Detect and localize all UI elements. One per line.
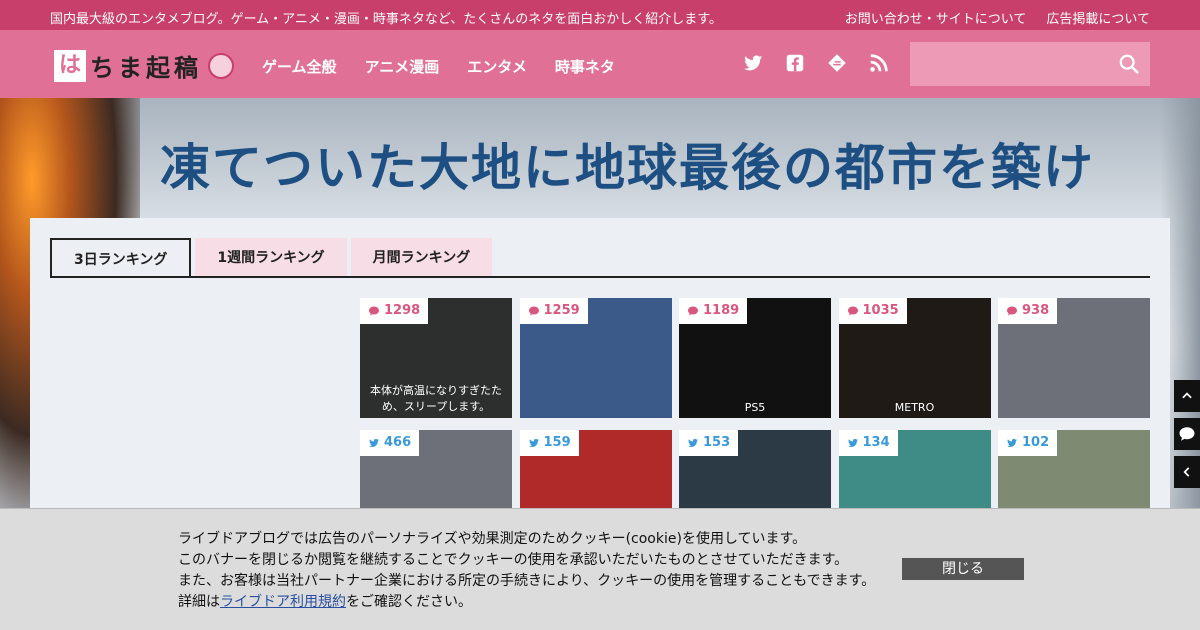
nav-games[interactable]: ゲーム全般 [262,56,337,77]
twitter-icon [847,437,859,449]
thumbnail-caption: PS5 [744,401,766,414]
cookie-line-3: また、お客様は当社パートナー企業における所定の手続きにより、クッキーの使用を管理… [178,573,876,589]
twitter-icon [687,437,699,449]
comment-icon [528,305,540,317]
search-box [910,42,1150,86]
ranking-card[interactable]: 本体が高温になりすぎたため、スリープします。 1298 [360,298,512,418]
ranking-card[interactable]: 1259 [519,298,672,418]
tab-weekly-ranking[interactable]: 1週間ランキング [195,238,347,278]
nav-entertainment[interactable]: エンタメ [467,56,527,77]
tweet-count-badge: 102 [998,430,1058,456]
tweet-count-badge: 159 [519,430,579,456]
tabs-divider [50,276,1150,278]
main-nav: ゲーム全般 アニメ漫画 エンタメ 時事ネタ [262,56,615,77]
tab-3day-ranking[interactable]: 3日ランキング [50,238,192,278]
count-value: 134 [862,435,890,450]
comment-count-badge: 1298 [360,298,429,324]
site-logo[interactable]: は ちま起稿 [54,48,234,83]
twitter-icon[interactable] [742,52,764,74]
logo-text: ちま起稿 [90,54,202,82]
cookie-line-2: このバナーを閉じるか閲覧を継続することでクッキーの使用を承認いただいたものとさせ… [178,552,849,568]
logo-mark: は [54,49,86,82]
comment-count-badge: 1035 [838,298,907,324]
cookie-detail-prefix: 詳細は [178,594,220,610]
count-value: 153 [703,435,731,450]
ranking-tabs: 3日ランキング 1週間ランキング 月間ランキング [50,238,493,278]
site-header: は ちま起稿 ゲーム全般 アニメ漫画 エンタメ 時事ネタ [0,30,1200,98]
comment-icon [368,305,380,317]
contact-link[interactable]: お問い合わせ・サイトについて [845,8,1027,27]
comment-icon [687,305,699,317]
count-value: 1189 [703,303,740,318]
thumbnail-caption: 本体が高温になりすぎたため、スリープします。 [370,384,502,413]
tweet-count-badge: 153 [679,430,739,456]
top-links: お問い合わせ・サイトについて 広告掲載について [845,8,1150,27]
feedly-icon[interactable] [826,52,848,74]
count-value: 159 [543,435,571,450]
comment-count-badge: 1189 [679,298,748,324]
twitter-icon [368,437,380,449]
social-links [742,52,890,74]
cookie-line-1: ライブドアブログでは広告のパーソナライズや効果測定のためクッキー(cookie)… [178,531,807,547]
ad-info-link[interactable]: 広告掲載について [1046,8,1150,27]
search-input[interactable] [910,42,1105,86]
nav-anime-manga[interactable]: アニメ漫画 [365,56,440,77]
twitter-icon [528,437,540,449]
cookie-line-4: 詳細はライブドア利用規約をご確認ください。 [178,592,875,613]
hero-title: 凍てついた大地に地球最後の都市を築け [160,138,1095,197]
cookie-detail-suffix: をご確認ください。 [346,594,472,610]
count-value: 102 [1022,435,1050,450]
tab-monthly-ranking[interactable]: 月間ランキング [350,238,493,278]
ranking-card[interactable]: METRO 1035 [838,298,991,418]
ranking-card[interactable]: PS5 1189 [679,298,831,418]
site-tagline: 国内最大級のエンタメブログ。ゲーム・アニメ・漫画・時事ネタなど、たくさんのネタを… [50,12,722,27]
chevron-up-icon[interactable] [1174,380,1200,412]
comment-icon[interactable] [1174,418,1200,450]
mascot-icon [208,52,234,79]
count-value: 1035 [862,303,899,318]
comment-icon [847,305,859,317]
comment-count-badge: 938 [998,298,1058,324]
ranking-panel: 3日ランキング 1週間ランキング 月間ランキング 本体が高温になりすぎたため、ス… [30,218,1170,550]
tweet-count-badge: 466 [360,430,420,456]
cookie-message: ライブドアブログでは広告のパーソナライズや効果測定のためクッキー(cookie)… [178,529,875,613]
search-icon[interactable] [1118,53,1140,75]
comment-icon [1006,305,1018,317]
chevron-left-icon[interactable] [1174,456,1200,488]
terms-link[interactable]: ライブドア利用規約 [220,594,346,610]
comment-count-badge: 1259 [519,298,588,324]
cookie-close-button[interactable]: 閉じる [902,558,1024,580]
side-tools [1174,380,1200,488]
count-value: 1259 [543,303,580,318]
rss-icon[interactable] [868,52,890,74]
top-strip: 国内最大級のエンタメブログ。ゲーム・アニメ・漫画・時事ネタなど、たくさんのネタを… [0,0,1200,30]
ranking-card[interactable]: 938 [998,298,1150,418]
tweet-count-badge: 134 [838,430,898,456]
count-value: 1298 [384,303,421,318]
cookie-banner: ライブドアブログでは広告のパーソナライズや効果測定のためクッキー(cookie)… [0,508,1200,630]
thumbnail-caption: METRO [894,401,935,414]
facebook-icon[interactable] [784,52,806,74]
count-value: 938 [1022,303,1050,318]
nav-current-events[interactable]: 時事ネタ [555,56,615,77]
twitter-icon [1006,437,1018,449]
count-value: 466 [384,435,412,450]
